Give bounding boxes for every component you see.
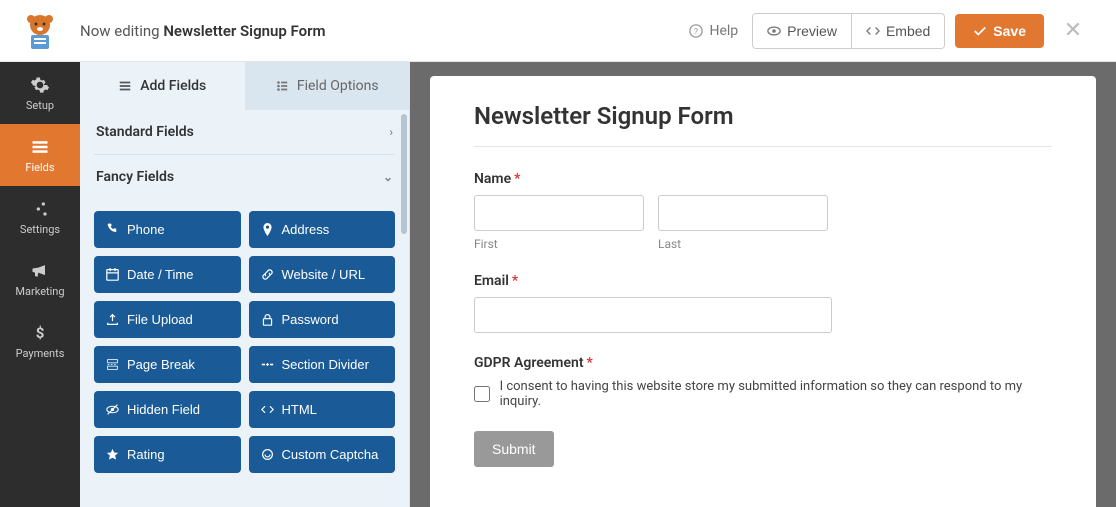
- field-name[interactable]: Name* First Last: [474, 171, 1052, 251]
- gdpr-label: GDPR Agreement*: [474, 355, 1052, 371]
- first-name-input[interactable]: [474, 195, 644, 231]
- field-btn-section-divider[interactable]: Section Divider: [249, 346, 396, 383]
- nav-settings[interactable]: Settings: [0, 186, 80, 248]
- field-btn-website-url[interactable]: Website / URL: [249, 256, 396, 293]
- tab-add-fields[interactable]: Add Fields: [80, 62, 245, 110]
- lock-icon: [261, 313, 274, 326]
- pin-icon: [261, 223, 274, 236]
- nav-label: Fields: [25, 161, 54, 174]
- nav-label: Payments: [16, 347, 65, 360]
- divider-icon: [261, 358, 274, 371]
- code-icon: [261, 403, 274, 416]
- field-btn-file-upload[interactable]: File Upload: [94, 301, 241, 338]
- field-btn-label: Address: [282, 222, 330, 237]
- field-btn-date-time[interactable]: Date / Time: [94, 256, 241, 293]
- field-gdpr[interactable]: GDPR Agreement* I consent to having this…: [474, 355, 1052, 409]
- eyeoff-icon: [106, 403, 119, 416]
- svg-text:$: $: [36, 324, 45, 342]
- nav-fields[interactable]: Fields: [0, 124, 80, 186]
- field-btn-phone[interactable]: Phone: [94, 211, 241, 248]
- phone-icon: [106, 223, 119, 236]
- field-btn-label: Custom Captcha: [282, 447, 379, 462]
- field-btn-label: Password: [282, 312, 339, 327]
- nav-setup[interactable]: Setup: [0, 62, 80, 124]
- save-button[interactable]: Save: [955, 14, 1044, 48]
- name-label: Name*: [474, 171, 1052, 187]
- section-standard-fields[interactable]: Standard Fields ›: [94, 110, 395, 155]
- chevron-right-icon: ›: [389, 125, 393, 139]
- field-btn-label: Hidden Field: [127, 402, 200, 417]
- last-name-input[interactable]: [658, 195, 828, 231]
- field-btn-html[interactable]: HTML: [249, 391, 396, 428]
- gdpr-checkbox[interactable]: [474, 386, 490, 402]
- form-title: Newsletter Signup Form: [474, 102, 1052, 147]
- field-btn-label: Date / Time: [127, 267, 193, 282]
- tab-field-options[interactable]: Field Options: [245, 62, 410, 110]
- first-sublabel: First: [474, 237, 644, 251]
- field-btn-custom-captcha[interactable]: Custom Captcha: [249, 436, 396, 473]
- field-btn-password[interactable]: Password: [249, 301, 396, 338]
- upload-icon: [106, 313, 119, 326]
- nav-label: Setup: [26, 99, 54, 112]
- nav-marketing[interactable]: Marketing: [0, 248, 80, 310]
- nav-payments[interactable]: $ Payments: [0, 310, 80, 372]
- email-label: Email*: [474, 273, 1052, 289]
- embed-button[interactable]: Embed: [851, 14, 944, 48]
- field-btn-hidden-field[interactable]: Hidden Field: [94, 391, 241, 428]
- chevron-down-icon: ⌄: [383, 170, 393, 184]
- captcha-icon: [261, 448, 274, 461]
- svg-text:?: ?: [694, 27, 698, 37]
- gdpr-text: I consent to having this website store m…: [500, 379, 1052, 409]
- link-icon: [261, 268, 274, 281]
- field-btn-label: File Upload: [127, 312, 193, 327]
- close-icon[interactable]: ✕: [1052, 18, 1094, 43]
- email-input[interactable]: [474, 297, 832, 333]
- app-logo: [0, 11, 80, 51]
- field-btn-label: Phone: [127, 222, 165, 237]
- preview-button[interactable]: Preview: [753, 14, 851, 48]
- topbar: Now editing Newsletter Signup Form ? Hel…: [0, 0, 1116, 62]
- nav-label: Marketing: [15, 285, 64, 298]
- field-btn-label: Rating: [127, 447, 165, 462]
- last-sublabel: Last: [658, 237, 828, 251]
- help-link[interactable]: ? Help: [689, 23, 738, 39]
- star-icon: [106, 448, 119, 461]
- field-btn-label: Section Divider: [282, 357, 369, 372]
- nav-label: Settings: [20, 223, 60, 236]
- section-fancy-fields[interactable]: Fancy Fields ⌄: [94, 155, 395, 199]
- field-btn-address[interactable]: Address: [249, 211, 396, 248]
- field-btn-label: Website / URL: [282, 267, 366, 282]
- editing-title: Now editing Newsletter Signup Form: [80, 22, 326, 40]
- calendar-icon: [106, 268, 119, 281]
- field-btn-rating[interactable]: Rating: [94, 436, 241, 473]
- submit-button[interactable]: Submit: [474, 431, 554, 467]
- form-canvas: Newsletter Signup Form Name* First Last: [410, 62, 1116, 507]
- field-btn-label: HTML: [282, 402, 317, 417]
- form-preview: Newsletter Signup Form Name* First Last: [430, 76, 1096, 507]
- fields-panel: Add Fields Field Options Standard Fields…: [80, 62, 410, 507]
- field-email[interactable]: Email*: [474, 273, 1052, 333]
- left-nav: Setup Fields Settings Marketing $ Paymen…: [0, 62, 80, 507]
- field-btn-label: Page Break: [127, 357, 195, 372]
- field-btn-page-break[interactable]: Page Break: [94, 346, 241, 383]
- panel-scrollbar[interactable]: [401, 114, 407, 234]
- pagebreak-icon: [106, 358, 119, 371]
